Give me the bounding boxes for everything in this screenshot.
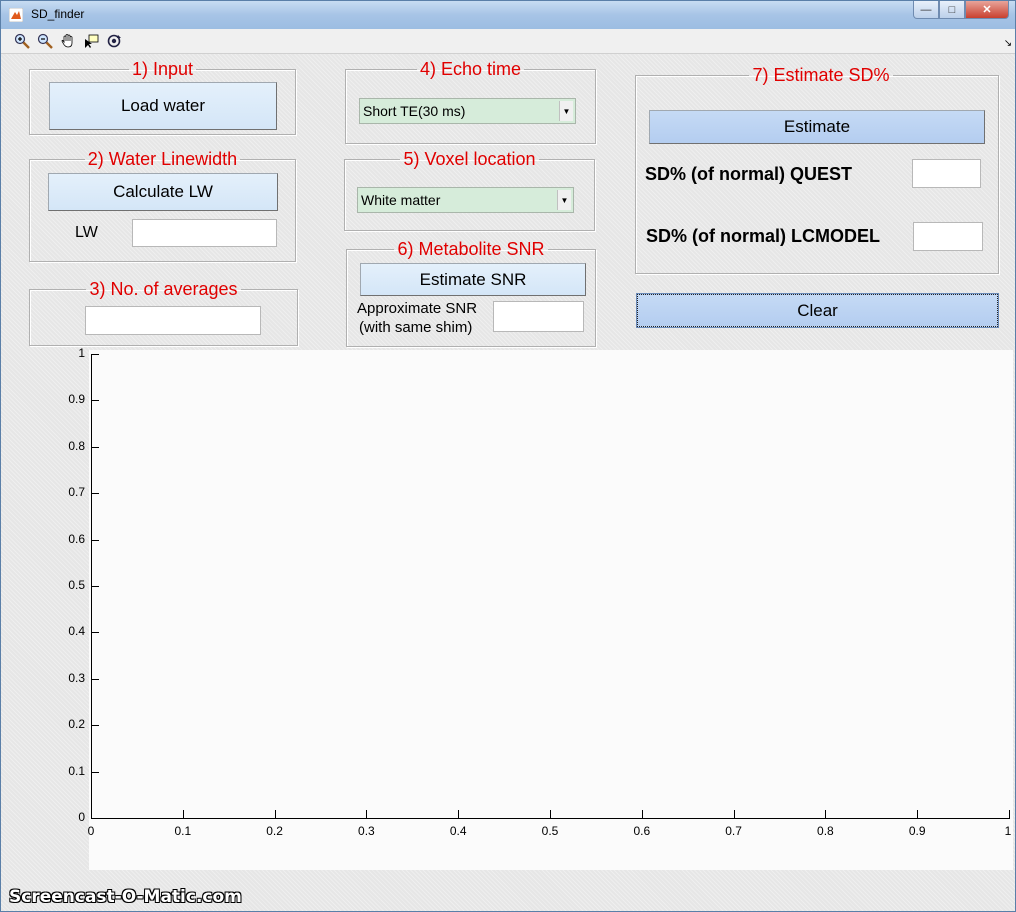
x-tick-label: 0.1 <box>174 824 192 838</box>
x-tick-mark <box>733 810 735 818</box>
approx-snr-sublabel: (with same shim) <box>359 319 473 336</box>
x-tick-label: 0.9 <box>908 824 926 838</box>
figure-toolbar: ↘ <box>1 29 1015 54</box>
y-tick-label: 0.3 <box>68 670 85 685</box>
load-water-button[interactable]: Load water <box>49 82 277 130</box>
y-tick-mark <box>91 818 99 819</box>
maximize-button[interactable]: □ <box>939 1 965 19</box>
x-tick-mark <box>1009 810 1010 818</box>
panel-averages-title: 3) No. of averages <box>89 279 238 299</box>
y-tick-mark <box>91 632 99 634</box>
y-tick-label: 0.2 <box>68 717 85 732</box>
x-tick-mark <box>458 810 460 818</box>
x-tick-label: 0.2 <box>266 824 283 838</box>
data-cursor-icon[interactable] <box>82 32 100 50</box>
x-tick-label: 0.6 <box>633 824 651 838</box>
chevron-down-icon[interactable]: ▼ <box>557 190 571 210</box>
snr-field[interactable] <box>493 301 584 332</box>
screencast-watermark: Screencast-O-Matic.com <box>9 887 242 907</box>
x-tick-label: 0.7 <box>725 824 742 838</box>
y-tick-mark <box>91 725 99 727</box>
panel-linewidth-title: 2) Water Linewidth <box>87 149 238 169</box>
zoom-in-icon[interactable] <box>13 32 31 50</box>
title-bar[interactable]: SD_finder — □ ✕ <box>1 1 1015 30</box>
voxel-location-value: White matter <box>361 192 441 208</box>
zoom-out-icon[interactable] <box>36 32 54 50</box>
calculate-lw-button[interactable]: Calculate LW <box>48 173 278 211</box>
minimize-icon: — <box>920 3 932 16</box>
y-tick-mark <box>91 678 99 680</box>
y-tick-mark <box>91 354 99 355</box>
x-tick-mark <box>550 810 551 818</box>
x-tick-mark <box>825 810 827 818</box>
lw-label: LW <box>75 224 98 241</box>
matlab-logo-icon <box>9 8 23 22</box>
echo-time-value: Short TE(30 ms) <box>363 103 466 119</box>
rotate-icon[interactable] <box>105 32 123 50</box>
y-tick-mark <box>91 539 99 541</box>
approx-snr-label: Approximate SNR <box>357 300 478 317</box>
close-icon: ✕ <box>982 4 992 16</box>
x-tick-mark <box>182 810 184 818</box>
x-tick-label: 0.3 <box>358 824 375 838</box>
x-tick-label: 1 <box>1004 824 1012 838</box>
averages-field[interactable] <box>85 306 261 335</box>
x-tick-mark <box>91 810 92 818</box>
quest-field[interactable] <box>912 159 981 188</box>
panel-input-title: 1) Input <box>131 59 194 79</box>
pan-hand-icon[interactable] <box>59 32 77 50</box>
echo-time-select[interactable]: Short TE(30 ms) ▼ <box>359 98 576 124</box>
x-tick-label: 0.4 <box>449 824 467 838</box>
toolbar-overflow-icon[interactable]: ↘ <box>999 34 1016 52</box>
y-tick-mark <box>91 446 99 448</box>
lw-field[interactable] <box>132 219 277 247</box>
y-tick-label: 0.5 <box>68 578 85 592</box>
minimize-button[interactable]: — <box>913 1 939 19</box>
x-tick-mark <box>274 810 276 818</box>
window-title: SD_finder <box>31 7 85 21</box>
panel-voxel-title: 5) Voxel location <box>403 149 536 169</box>
plot-axes[interactable] <box>91 354 1010 819</box>
y-tick-mark <box>91 493 99 495</box>
x-tick-label: 0 <box>87 824 95 838</box>
close-button[interactable]: ✕ <box>965 1 1009 19</box>
y-tick-mark <box>91 400 99 402</box>
x-tick-label: 0.5 <box>541 824 559 838</box>
y-tick-mark <box>91 586 99 587</box>
x-tick-mark <box>641 810 643 818</box>
y-tick-label: 0.8 <box>68 438 85 453</box>
voxel-location-select[interactable]: White matter ▼ <box>357 187 574 213</box>
y-tick-mark <box>91 771 99 773</box>
y-tick-label: 0.4 <box>68 624 85 639</box>
x-tick-mark <box>917 810 919 818</box>
chevron-down-icon[interactable]: ▼ <box>559 101 573 121</box>
estimate-button[interactable]: Estimate <box>649 110 985 144</box>
panel-snr-title: 6) Metabolite SNR <box>397 239 545 259</box>
x-tick-label: 0.8 <box>817 824 834 838</box>
clear-button[interactable]: Clear <box>636 293 999 328</box>
lcmodel-label: SD% (of normal) LCMODEL <box>646 226 880 246</box>
app-window: SD_finder — □ ✕ ↘ 1) Input Load water 2)… <box>0 0 1016 912</box>
y-tick-label: 0.1 <box>68 763 85 778</box>
y-tick-label: 0.7 <box>68 485 85 500</box>
quest-label: SD% (of normal) QUEST <box>645 164 853 184</box>
panel-sd-title: 7) Estimate SD% <box>752 65 890 85</box>
x-tick-mark <box>366 810 368 818</box>
lcmodel-field[interactable] <box>913 222 983 251</box>
panel-echo-title: 4) Echo time <box>419 59 522 79</box>
y-tick-label: 1 <box>78 346 85 360</box>
y-tick-label: 0.9 <box>68 392 85 407</box>
y-tick-label: 0.6 <box>68 531 85 546</box>
y-tick-label: 0 <box>78 810 85 824</box>
estimate-snr-button[interactable]: Estimate SNR <box>360 263 586 296</box>
maximize-icon: □ <box>948 3 956 16</box>
figure-content: 1) Input Load water 2) Water Linewidth C… <box>1 54 1015 911</box>
